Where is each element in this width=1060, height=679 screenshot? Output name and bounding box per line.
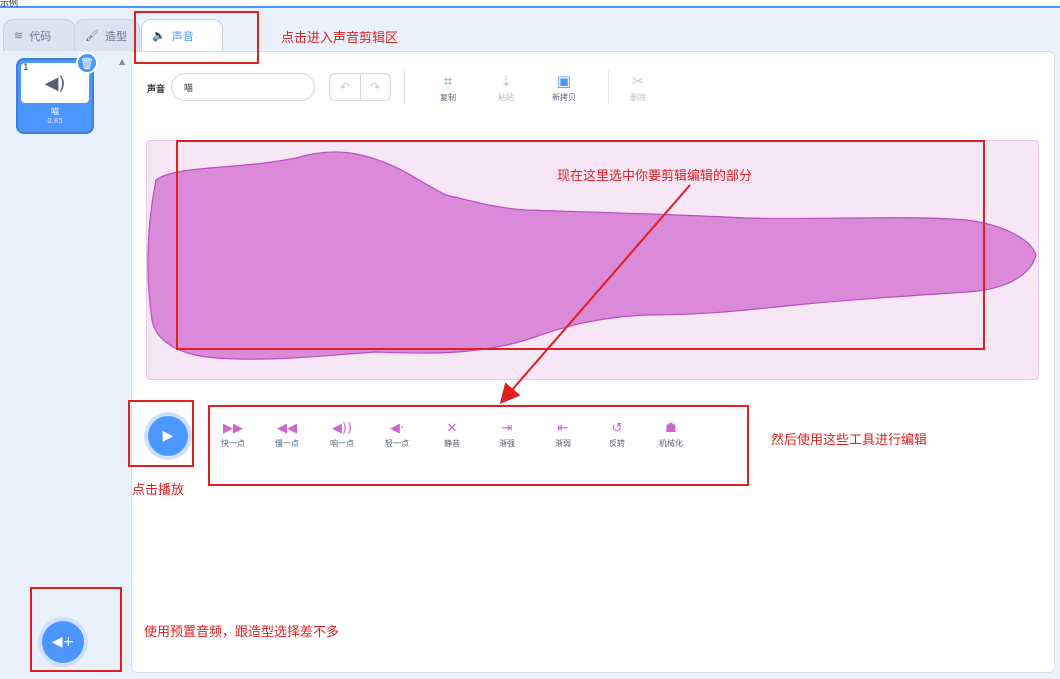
annotation-box-add-sound	[30, 587, 122, 672]
annotation-play-note: 点击播放	[132, 483, 185, 498]
annotation-effects-note: 然后使用这些工具进行编辑	[771, 433, 928, 448]
annotation-box-effects	[208, 405, 749, 486]
annotation-arrow	[499, 184, 691, 405]
annotation-add-note: 使用预置音频，跟造型选择差不多	[144, 625, 340, 640]
annotation-box-play	[128, 400, 194, 467]
